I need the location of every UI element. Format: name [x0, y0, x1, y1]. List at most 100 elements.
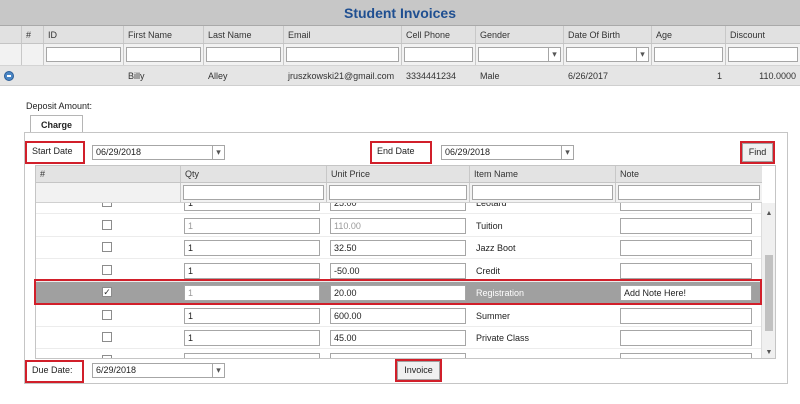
note-input[interactable]: Add Note Here!	[620, 285, 752, 301]
charge-row[interactable]: 1 -50.00 Credit	[36, 259, 762, 282]
cell-cell-phone: 3334441234	[406, 71, 457, 81]
filter-discount-input[interactable]	[728, 47, 798, 62]
qty-input[interactable]	[184, 352, 320, 358]
filter-note-input[interactable]	[618, 185, 760, 200]
note-input[interactable]	[620, 217, 752, 234]
unit-price-input[interactable]: -50.00	[330, 262, 466, 279]
row-checkbox[interactable]	[102, 203, 112, 207]
start-date-value: 06/29/2018	[96, 147, 142, 157]
collapse-icon[interactable]	[4, 71, 14, 81]
charge-row[interactable]: 1 110.00 Tuition	[36, 214, 762, 237]
filter-first-name-input[interactable]	[126, 47, 201, 62]
col-header-unit-price[interactable]: Unit Price	[327, 166, 470, 182]
filter-cell-qty	[181, 183, 327, 202]
qty-input[interactable]: 1	[184, 262, 320, 279]
unit-price-input[interactable]: 32.50	[330, 240, 466, 256]
col-header-first-name[interactable]: First Name	[124, 26, 204, 43]
student-grid-filter-row	[0, 44, 800, 66]
row-checkbox[interactable]	[102, 309, 112, 320]
charge-grid-filter-row	[36, 183, 762, 203]
charge-row[interactable]	[36, 349, 762, 358]
scroll-down-icon[interactable]: ▼	[762, 348, 775, 358]
note-input[interactable]	[620, 203, 752, 211]
col-header-number[interactable]: #	[36, 166, 181, 182]
filter-cell-phone-input[interactable]	[404, 47, 473, 62]
charge-row[interactable]: 1 25.00 Leotard	[36, 203, 762, 214]
cell-first-name: Billy	[128, 71, 145, 81]
filter-cell-unit-price	[327, 183, 470, 202]
page-title: Student Invoices	[343, 5, 457, 21]
scroll-up-icon[interactable]: ▲	[762, 209, 775, 219]
col-header-number[interactable]: #	[22, 26, 44, 43]
filter-email-input[interactable]	[286, 47, 399, 62]
note-input[interactable]	[620, 330, 752, 346]
unit-price-input[interactable]: 45.00	[330, 330, 466, 346]
row-checkbox[interactable]: ✓	[102, 287, 112, 297]
student-row[interactable]: Billy Alley jruszkowski21@gmail.com 3334…	[0, 66, 800, 86]
col-header-email[interactable]: Email	[284, 26, 402, 43]
charge-row[interactable]: ✓ 1 20.00 Registration Add Note Here!	[36, 282, 762, 304]
col-header-gender[interactable]: Gender	[476, 26, 564, 43]
item-name: Credit	[476, 265, 501, 276]
qty-input[interactable]: 1	[184, 285, 320, 301]
chevron-down-icon[interactable]: ▾	[561, 146, 573, 159]
unit-price-input[interactable]: 600.00	[330, 307, 466, 324]
chevron-down-icon[interactable]: ▾	[212, 364, 224, 377]
filter-cell-item-name	[470, 183, 616, 202]
qty-input[interactable]: 1	[184, 240, 320, 256]
note-input[interactable]	[620, 352, 752, 358]
unit-price-input[interactable]	[330, 352, 466, 358]
row-checkbox[interactable]	[102, 332, 112, 342]
find-button[interactable]: Find	[740, 141, 775, 164]
row-checkbox[interactable]	[102, 219, 112, 230]
unit-price-input[interactable]: 110.00	[330, 217, 466, 234]
row-checkbox[interactable]	[102, 242, 112, 252]
end-date-select[interactable]: 06/29/2018 ▾	[441, 145, 574, 160]
col-header-id[interactable]: ID	[44, 26, 124, 43]
col-header-last-name[interactable]: Last Name	[204, 26, 284, 43]
charge-row[interactable]: 1 32.50 Jazz Boot	[36, 237, 762, 259]
col-header-note[interactable]: Note	[616, 166, 762, 182]
row-checkbox[interactable]	[102, 264, 112, 275]
qty-input[interactable]: 1	[184, 307, 320, 324]
note-input[interactable]	[620, 240, 752, 256]
unit-price-input[interactable]: 20.00	[330, 285, 466, 301]
qty-input[interactable]: 1	[184, 330, 320, 346]
due-date-select[interactable]: 6/29/2018 ▾	[92, 363, 225, 378]
scrollbar-thumb[interactable]	[765, 255, 773, 331]
filter-cell-note	[616, 183, 762, 202]
cell-discount: 110.0000	[759, 71, 796, 81]
filter-last-name-input[interactable]	[206, 47, 281, 62]
col-header-age[interactable]: Age	[652, 26, 726, 43]
col-header-qty[interactable]: Qty	[181, 166, 327, 182]
invoice-button[interactable]: Invoice	[395, 359, 442, 382]
col-expand	[0, 26, 22, 43]
col-header-item-name[interactable]: Item Name	[470, 166, 616, 182]
filter-qty-input[interactable]	[183, 185, 324, 200]
filter-age-input[interactable]	[654, 47, 723, 62]
qty-input[interactable]: 1	[184, 217, 320, 234]
qty-input[interactable]: 1	[184, 203, 320, 211]
filter-unit-price-input[interactable]	[329, 185, 467, 200]
tab-charge[interactable]: Charge	[30, 115, 83, 133]
row-checkbox[interactable]	[102, 354, 112, 358]
start-date-select[interactable]: 06/29/2018 ▾	[92, 145, 225, 160]
filter-id-input[interactable]	[46, 47, 121, 62]
chevron-down-icon[interactable]: ▾	[212, 146, 224, 159]
filter-cell-dob	[564, 44, 652, 65]
item-name: Summer	[476, 310, 511, 321]
filter-gender-select[interactable]	[478, 47, 561, 62]
col-header-discount[interactable]: Discount	[726, 26, 800, 43]
note-input[interactable]	[620, 262, 752, 279]
col-header-cell-phone[interactable]: Cell Phone	[402, 26, 476, 43]
filter-item-name-input[interactable]	[472, 185, 613, 200]
filter-dob-select[interactable]	[566, 47, 649, 62]
charge-row[interactable]: 1 45.00 Private Class	[36, 327, 762, 349]
unit-price-input[interactable]: 25.00	[330, 203, 466, 211]
charge-row[interactable]: 1 600.00 Summer	[36, 304, 762, 327]
vertical-scrollbar[interactable]: ▲ ▼	[761, 203, 775, 358]
charge-grid-header: # Qty Unit Price Item Name Note	[36, 166, 762, 183]
col-header-dob[interactable]: Date Of Birth	[564, 26, 652, 43]
filter-cell-id	[44, 44, 124, 65]
note-input[interactable]	[620, 307, 752, 324]
